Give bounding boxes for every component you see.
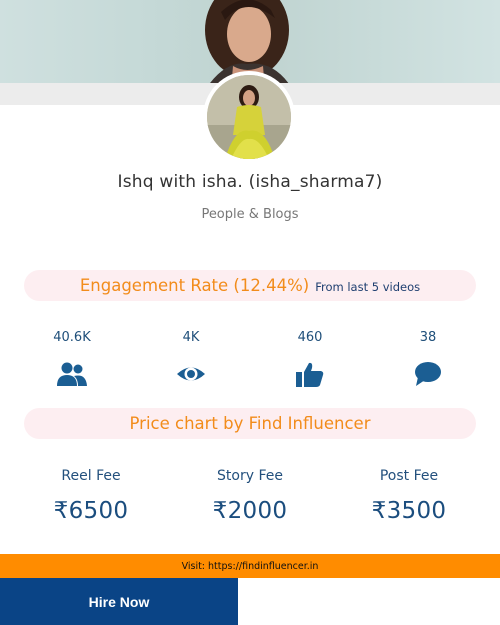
- stat-likes-value: 460: [297, 330, 323, 345]
- price-chart-banner: Price chart by Find Influencer: [24, 408, 476, 439]
- story-fee-amount: ₹2000: [212, 498, 288, 524]
- profile-category: People & Blogs: [201, 207, 299, 222]
- stat-comments-value: 38: [419, 330, 437, 345]
- avatar-photo: [207, 75, 291, 159]
- post-fee: Post Fee ₹3500: [339, 468, 479, 524]
- stat-comments: 38: [388, 330, 468, 386]
- stat-views-value: 4K: [182, 330, 200, 345]
- hire-now-button[interactable]: Hire Now: [0, 578, 238, 625]
- eye-icon: [177, 367, 205, 381]
- engagement-rate-title: Engagement Rate (12.44%): [79, 276, 310, 295]
- avatar[interactable]: [203, 71, 295, 163]
- thumbs-up-icon: [296, 362, 324, 387]
- stat-views: 4K: [151, 330, 231, 381]
- engagement-rate-banner: Engagement Rate (12.44%) From last 5 vid…: [24, 270, 476, 301]
- story-fee: Story Fee ₹2000: [180, 468, 320, 524]
- story-fee-label: Story Fee: [217, 468, 283, 484]
- visit-link-text[interactable]: Visit: https://findinfluencer.in: [182, 561, 319, 572]
- profile-name: Ishq with isha. (isha_sharma7): [117, 172, 383, 192]
- avatar-illustration: [207, 75, 291, 159]
- engagement-rate-subtitle: From last 5 videos: [315, 280, 421, 294]
- post-fee-amount: ₹3500: [371, 498, 447, 524]
- stat-followers-value: 40.6K: [53, 330, 91, 345]
- reel-fee: Reel Fee ₹6500: [21, 468, 161, 524]
- price-chart-title: Price chart by Find Influencer: [129, 414, 371, 433]
- reel-fee-label: Reel Fee: [61, 468, 121, 484]
- users-icon: [57, 362, 87, 386]
- comment-icon: [415, 362, 441, 386]
- post-fee-label: Post Fee: [379, 468, 439, 484]
- reel-fee-amount: ₹6500: [53, 498, 129, 524]
- visit-link-bar[interactable]: Visit: https://findinfluencer.in: [0, 554, 500, 578]
- stat-followers: 40.6K: [32, 330, 112, 386]
- stat-likes: 460: [270, 330, 350, 387]
